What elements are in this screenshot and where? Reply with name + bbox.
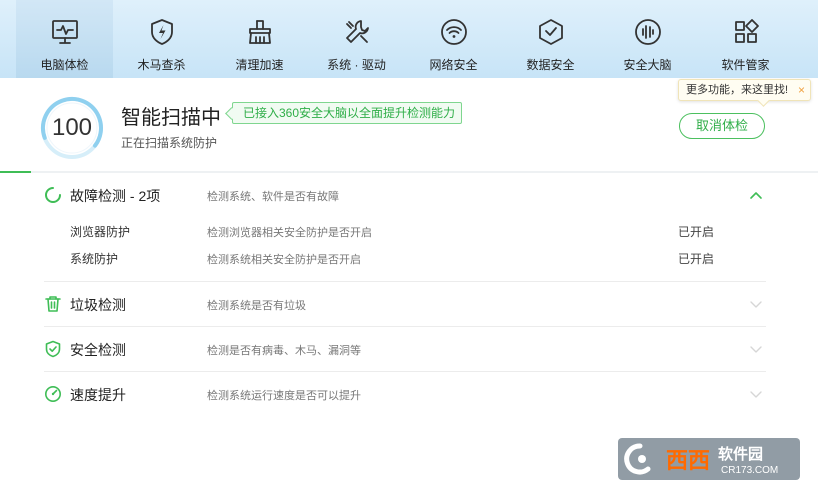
check-section-fault: 故障检测 - 2项 检测系统、软件是否有故障 浏览器防护 检测浏览器相关安全防护… — [0, 173, 818, 281]
check-desc-junk: 检测系统是否有垃圾 — [207, 300, 306, 312]
health-score: 100 — [51, 114, 93, 141]
check-section-junk[interactable]: 垃圾检测 检测系统是否有垃圾 — [0, 282, 818, 327]
check-item-name: 系统防护 — [70, 252, 119, 266]
nav-label: 木马查杀 — [137, 58, 186, 72]
watermark-logo: 西西 软件园 CR173.COM — [618, 438, 800, 480]
check-desc-speed: 检测系统运行速度是否可以提升 — [207, 390, 361, 402]
wifi-icon — [439, 17, 469, 47]
check-title-security: 安全检测 — [70, 342, 126, 358]
nav-label: 安全大脑 — [623, 58, 672, 72]
nav-item-network-security[interactable]: 网络安全 — [405, 0, 502, 78]
score-ring: 100 — [40, 96, 104, 160]
cancel-checkup-button[interactable]: 取消体检 — [679, 113, 765, 139]
check-title-fault: 故障检测 - 2项 — [70, 188, 161, 204]
nav-item-trojan-scan[interactable]: 木马查杀 — [113, 0, 210, 78]
check-desc-fault: 检测系统、软件是否有故障 — [207, 191, 339, 203]
shield-check-icon — [44, 340, 62, 358]
check-item-browser-protection: 浏览器防护 检测浏览器相关安全防护是否开启 已开启 — [0, 223, 818, 243]
nav-item-clean-speedup[interactable]: 清理加速 — [211, 0, 308, 78]
scan-subtitle: 正在扫描系统防护 — [121, 136, 218, 150]
check-item-status: 已开启 — [678, 225, 715, 239]
top-navigation: 电脑体检 木马查杀 清理加速 系统 · 驱动 网络安全 数据安全 安全大脑 软件… — [0, 0, 818, 78]
nav-label: 清理加速 — [235, 58, 284, 72]
check-item-status: 已开启 — [678, 252, 715, 266]
check-title-junk: 垃圾检测 — [70, 297, 126, 313]
nav-label: 网络安全 — [429, 58, 478, 72]
nav-item-pc-checkup[interactable]: 电脑体检 — [16, 0, 113, 78]
chevron-down-icon[interactable] — [749, 342, 763, 356]
check-title-speed: 速度提升 — [70, 387, 126, 403]
tooltip-text: 更多功能，来这里找! — [686, 84, 789, 96]
check-desc-security: 检测是否有病毒、木马、漏洞等 — [207, 345, 361, 357]
security-brain-badge: 已接入360安全大脑以全面提升检测能力 — [232, 102, 463, 124]
loading-spinner-icon — [44, 186, 62, 204]
check-item-desc: 检测浏览器相关安全防护是否开启 — [207, 227, 372, 239]
more-features-tooltip: 更多功能，来这里找! × — [678, 79, 811, 101]
chevron-down-icon[interactable] — [749, 297, 763, 311]
nav-label: 数据安全 — [526, 58, 575, 72]
cr173-watermark: 西西 软件园 CR173.COM — [618, 438, 800, 480]
nav-label: 系统 · 驱动 — [327, 58, 386, 72]
trash-can-icon — [44, 295, 62, 313]
scan-title: 智能扫描中 — [121, 107, 221, 129]
nav-label: 软件管家 — [721, 58, 770, 72]
check-item-name: 浏览器防护 — [70, 225, 131, 239]
check-section-speed[interactable]: 速度提升 检测系统运行速度是否可以提升 — [0, 372, 818, 417]
wrench-screwdriver-icon — [342, 17, 372, 47]
watermark-brand-suffix: 软件园 — [718, 445, 763, 463]
box-check-icon — [536, 17, 566, 47]
shield-bolt-icon — [147, 17, 177, 47]
check-item-system-protection: 系统防护 检测系统相关安全防护是否开启 已开启 — [0, 250, 818, 270]
speedometer-icon — [44, 385, 62, 403]
nav-item-data-security[interactable]: 数据安全 — [502, 0, 599, 78]
chevron-down-icon[interactable] — [749, 387, 763, 401]
check-section-security[interactable]: 安全检测 检测是否有病毒、木马、漏洞等 — [0, 327, 818, 372]
tooltip-close-icon[interactable]: × — [798, 80, 805, 100]
apps-grid-icon — [731, 17, 761, 47]
nav-item-system-driver[interactable]: 系统 · 驱动 — [308, 0, 405, 78]
broom-icon — [245, 17, 275, 47]
nav-item-software-manager[interactable]: 软件管家 — [697, 0, 794, 78]
chevron-up-icon[interactable] — [749, 188, 763, 202]
monitor-pulse-icon — [50, 17, 80, 47]
check-item-desc: 检测系统相关安全防护是否开启 — [207, 254, 361, 266]
watermark-domain: CR173.COM — [721, 465, 778, 476]
brain-icon — [633, 17, 663, 47]
watermark-brand: 西西 — [666, 448, 710, 473]
nav-label: 电脑体检 — [40, 58, 89, 72]
nav-item-security-brain[interactable]: 安全大脑 — [599, 0, 696, 78]
